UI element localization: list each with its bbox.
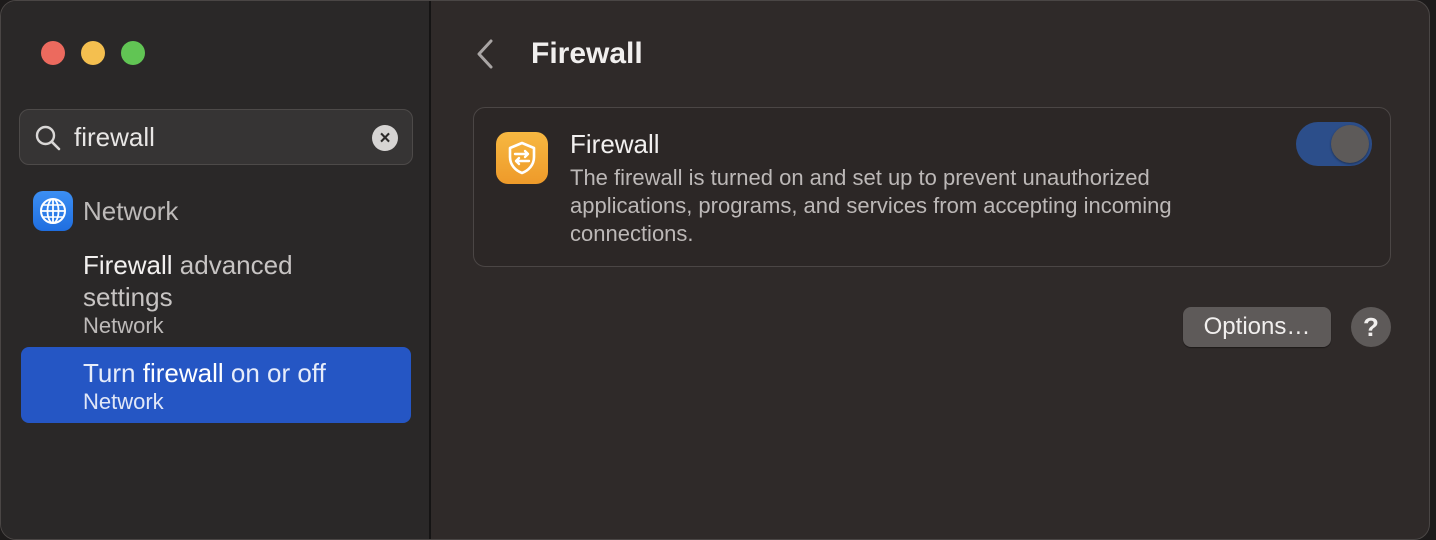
- search-result-firewall-advanced[interactable]: Firewall advanced settings Network: [83, 249, 383, 339]
- result-text: on or off: [223, 358, 326, 388]
- firewall-toggle[interactable]: [1296, 122, 1372, 166]
- result-section: Network: [83, 389, 164, 414]
- back-chevron-icon[interactable]: [473, 37, 499, 71]
- window-controls: [41, 41, 145, 65]
- help-button[interactable]: ?: [1351, 307, 1391, 347]
- search-input[interactable]: firewall: [74, 122, 155, 152]
- options-button[interactable]: Options…: [1183, 307, 1331, 347]
- firewall-card: Firewall The firewall is turned on and s…: [473, 107, 1391, 267]
- search-result-turn-firewall[interactable]: Turn firewall on or off Network: [83, 357, 326, 415]
- result-highlight: Firewall: [83, 250, 173, 280]
- zoom-window-button[interactable]: [121, 41, 145, 65]
- clear-search-icon[interactable]: ×: [372, 125, 398, 151]
- firewall-card-title: Firewall: [570, 129, 660, 159]
- sidebar: firewall × Network Firewall advanced set…: [1, 1, 431, 539]
- main-pane: Firewall Firewall The firewall is turned…: [433, 1, 1429, 539]
- firewall-shield-icon: [496, 132, 548, 184]
- sidebar-group-label: Network: [83, 195, 179, 226]
- search-icon: [35, 125, 61, 151]
- close-window-button[interactable]: [41, 41, 65, 65]
- system-settings-window: firewall × Network Firewall advanced set…: [0, 0, 1430, 540]
- search-field[interactable]: firewall ×: [19, 109, 413, 165]
- globe-icon: [33, 191, 73, 231]
- result-prefix: Turn: [83, 358, 143, 388]
- sidebar-item-network[interactable]: Network: [33, 191, 178, 231]
- page-title: Firewall: [531, 37, 643, 70]
- toggle-knob: [1331, 125, 1369, 163]
- result-section: Network: [83, 313, 164, 338]
- result-highlight: firewall: [142, 358, 224, 388]
- firewall-description: The firewall is turned on and set up to …: [570, 165, 1172, 246]
- minimize-window-button[interactable]: [81, 41, 105, 65]
